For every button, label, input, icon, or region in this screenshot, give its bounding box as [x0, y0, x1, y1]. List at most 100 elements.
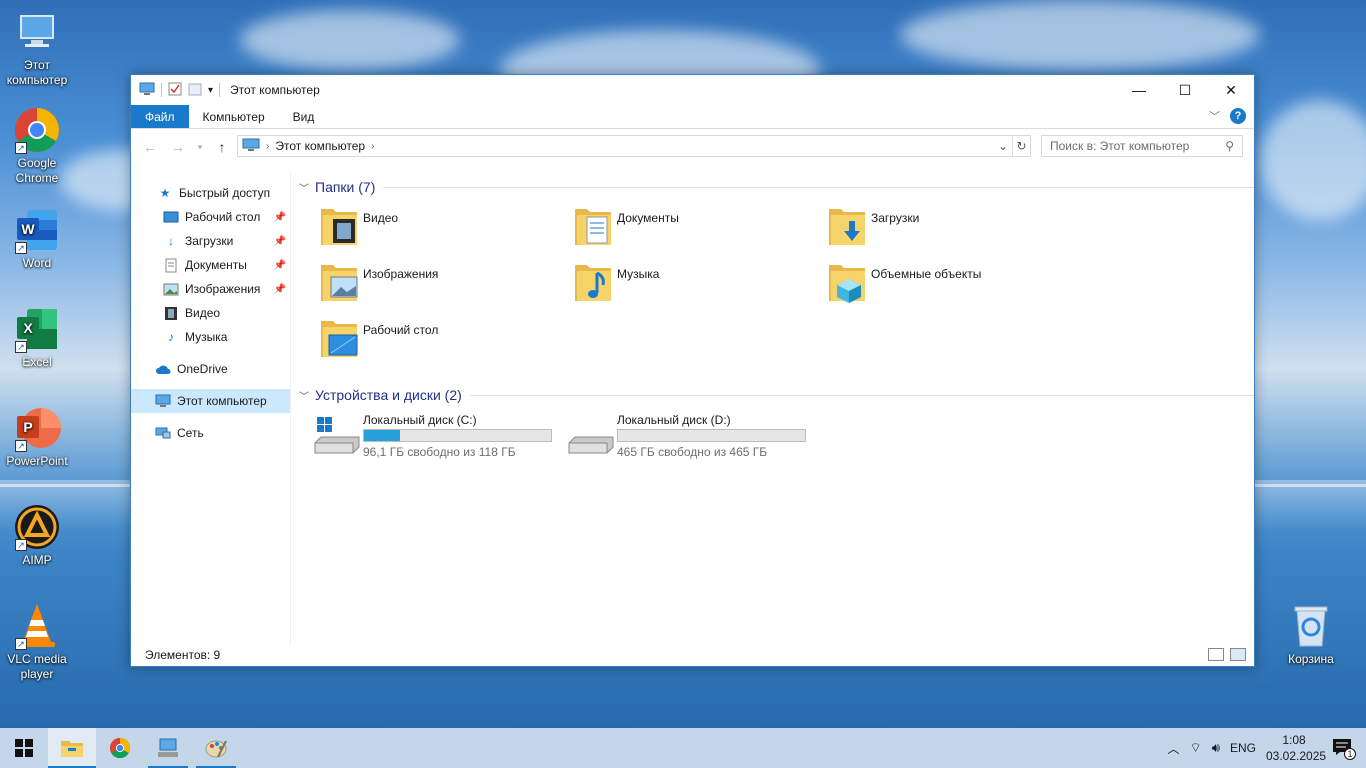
group-header-drives[interactable]: ﹀ Устройства и диски (2) [299, 383, 1254, 407]
drive-label: Локальный диск (D:) [617, 413, 731, 427]
explorer-body: ★ Быстрый доступ Рабочий стол 📌 ↓ Загруз… [131, 173, 1254, 646]
folder-3d-objects[interactable]: Объемные объекты [825, 259, 1079, 315]
folder-documents[interactable]: Документы [571, 203, 825, 259]
input-language[interactable]: ENG [1230, 741, 1256, 755]
excel-icon: X ↗ [13, 305, 61, 353]
breadcrumb-chevron-icon[interactable]: › [266, 141, 269, 152]
search-input[interactable]: Поиск в: Этот компьютер ⚲ [1041, 135, 1243, 157]
drive-free-space: 96,1 ГБ свободно из 118 ГБ [363, 445, 516, 459]
taskbar-chrome[interactable] [96, 728, 144, 768]
nav-item-desktop[interactable]: Рабочий стол 📌 [131, 205, 290, 229]
desktop-icon-recycle-bin[interactable]: Корзина [1274, 602, 1348, 667]
content-pane: ﹀ Папки (7) Видео Документы Загрузки Изо… [291, 173, 1254, 646]
aimp-icon: ↗ [13, 503, 61, 551]
pin-icon[interactable]: 📌 [274, 260, 286, 271]
chevron-down-icon[interactable]: ▾ [208, 85, 213, 96]
desktop-icon-vlc[interactable]: ↗ VLC media player [0, 602, 74, 682]
show-hidden-icons-chevron-icon[interactable]: ︿ [1168, 740, 1180, 757]
svg-text:X: X [23, 320, 33, 336]
wifi-icon[interactable]: ⌔ [1190, 740, 1202, 756]
expand-ribbon-icon[interactable]: ﹀ [1209, 108, 1220, 124]
breadcrumb-chevron-icon[interactable]: › [371, 141, 374, 152]
nav-label: Видео [185, 306, 221, 320]
address-controls: ⌄ ↻ [994, 136, 1030, 156]
chevron-down-icon[interactable]: ﹀ [299, 180, 313, 195]
document-icon [163, 257, 179, 273]
windows-logo-icon [15, 739, 33, 757]
up-button[interactable]: ↑ [211, 136, 233, 158]
drive-free-space: 465 ГБ свободно из 465 ГБ [617, 445, 768, 459]
pin-icon[interactable]: 📌 [274, 284, 286, 295]
large-icons-view-icon[interactable] [1230, 648, 1246, 661]
title-bar[interactable]: ▾ Этот компьютер ― ☐ ✕ [131, 75, 1254, 105]
address-history-chevron-icon[interactable]: ⌄ [994, 136, 1012, 156]
window-controls: ― ☐ ✕ [1116, 75, 1254, 105]
folder-downloads[interactable]: Загрузки [825, 203, 1079, 259]
desktop-icon-aimp[interactable]: ↗ AIMP [0, 503, 74, 568]
drive-label: Локальный диск (C:) [363, 413, 477, 427]
forward-button[interactable]: → [167, 136, 189, 158]
folder-videos[interactable]: Видео [317, 203, 571, 259]
nav-item-downloads[interactable]: ↓ Загрузки 📌 [131, 229, 290, 253]
svg-text:P: P [23, 419, 32, 435]
pin-icon[interactable]: 📌 [274, 212, 286, 223]
notification-center-button[interactable]: 1 [1332, 738, 1356, 760]
desktop-icon-label: Корзина [1288, 652, 1334, 666]
back-button[interactable]: ← [139, 136, 161, 158]
music-note-icon: ♪ [168, 330, 174, 344]
folder-label: Документы [617, 211, 679, 225]
tab-view[interactable]: Вид [279, 105, 329, 128]
maximize-button[interactable]: ☐ [1162, 75, 1208, 105]
chevron-down-icon[interactable]: ﹀ [299, 388, 313, 403]
drive-c[interactable]: Локальный диск (C:) 96,1 ГБ свободно из … [313, 413, 557, 459]
desktop-icon-word[interactable]: W ↗ Word [0, 206, 74, 271]
tab-file[interactable]: Файл [131, 105, 189, 128]
desktop-icon-chrome[interactable]: ↗ Google Chrome [0, 106, 74, 186]
nav-item-videos[interactable]: Видео [131, 301, 290, 325]
clock[interactable]: 1:08 03.02.2025 [1266, 732, 1326, 764]
details-view-icon[interactable] [1208, 648, 1224, 661]
nav-item-documents[interactable]: Документы 📌 [131, 253, 290, 277]
taskbar-file-explorer[interactable] [48, 728, 96, 768]
folder-music[interactable]: Музыка [571, 259, 825, 315]
tab-computer[interactable]: Компьютер [189, 105, 279, 128]
video-folder-icon [317, 203, 361, 249]
desktop-icon-powerpoint[interactable]: P ↗ PowerPoint [0, 404, 74, 469]
close-button[interactable]: ✕ [1208, 75, 1254, 105]
shortcut-arrow-icon: ↗ [15, 539, 27, 551]
nav-quick-access[interactable]: ★ Быстрый доступ [131, 181, 290, 205]
system-drive-icon [313, 413, 363, 457]
group-header-folders[interactable]: ﹀ Папки (7) [299, 175, 1254, 199]
nav-item-pictures[interactable]: Изображения 📌 [131, 277, 290, 301]
desktop-icon-label: AIMP [22, 553, 52, 567]
recent-locations-button[interactable]: ▾ [195, 136, 205, 158]
nav-label: OneDrive [177, 362, 228, 376]
help-icon[interactable]: ? [1230, 108, 1246, 124]
folders-grid: Видео Документы Загрузки Изображения Муз… [317, 203, 1254, 371]
address-bar[interactable]: › Этот компьютер › ⌄ ↻ [237, 135, 1031, 157]
taskbar-paint[interactable] [192, 728, 240, 768]
shortcut-arrow-icon: ↗ [15, 638, 27, 650]
shortcut-arrow-icon: ↗ [15, 242, 27, 254]
new-folder-icon[interactable] [188, 82, 202, 99]
taskbar-network-app[interactable] [144, 728, 192, 768]
nav-onedrive[interactable]: OneDrive [131, 357, 290, 381]
volume-icon[interactable]: 🔊︎ [1212, 740, 1220, 756]
folder-desktop[interactable]: Рабочий стол [317, 315, 571, 371]
nav-item-music[interactable]: ♪ Музыка [131, 325, 290, 349]
desktop-icon-excel[interactable]: X ↗ Excel [0, 305, 74, 370]
desktop-icon-this-pc[interactable]: Этот компьютер [0, 8, 74, 88]
minimize-button[interactable]: ― [1116, 75, 1162, 105]
nav-network[interactable]: Сеть [131, 421, 290, 445]
breadcrumb[interactable]: Этот компьютер [275, 139, 365, 153]
properties-icon[interactable] [168, 82, 182, 99]
pin-icon[interactable]: 📌 [274, 236, 286, 247]
drive-d[interactable]: Локальный диск (D:) 465 ГБ свободно из 4… [567, 413, 811, 459]
start-button[interactable] [0, 728, 48, 768]
search-placeholder: Поиск в: Этот компьютер [1050, 139, 1190, 153]
folder-pictures[interactable]: Изображения [317, 259, 571, 315]
clock-time: 1:08 [1282, 733, 1306, 747]
refresh-icon[interactable]: ↻ [1012, 136, 1030, 156]
nav-this-pc[interactable]: Этот компьютер [131, 389, 290, 413]
desktop-icon-label: Excel [22, 355, 52, 369]
